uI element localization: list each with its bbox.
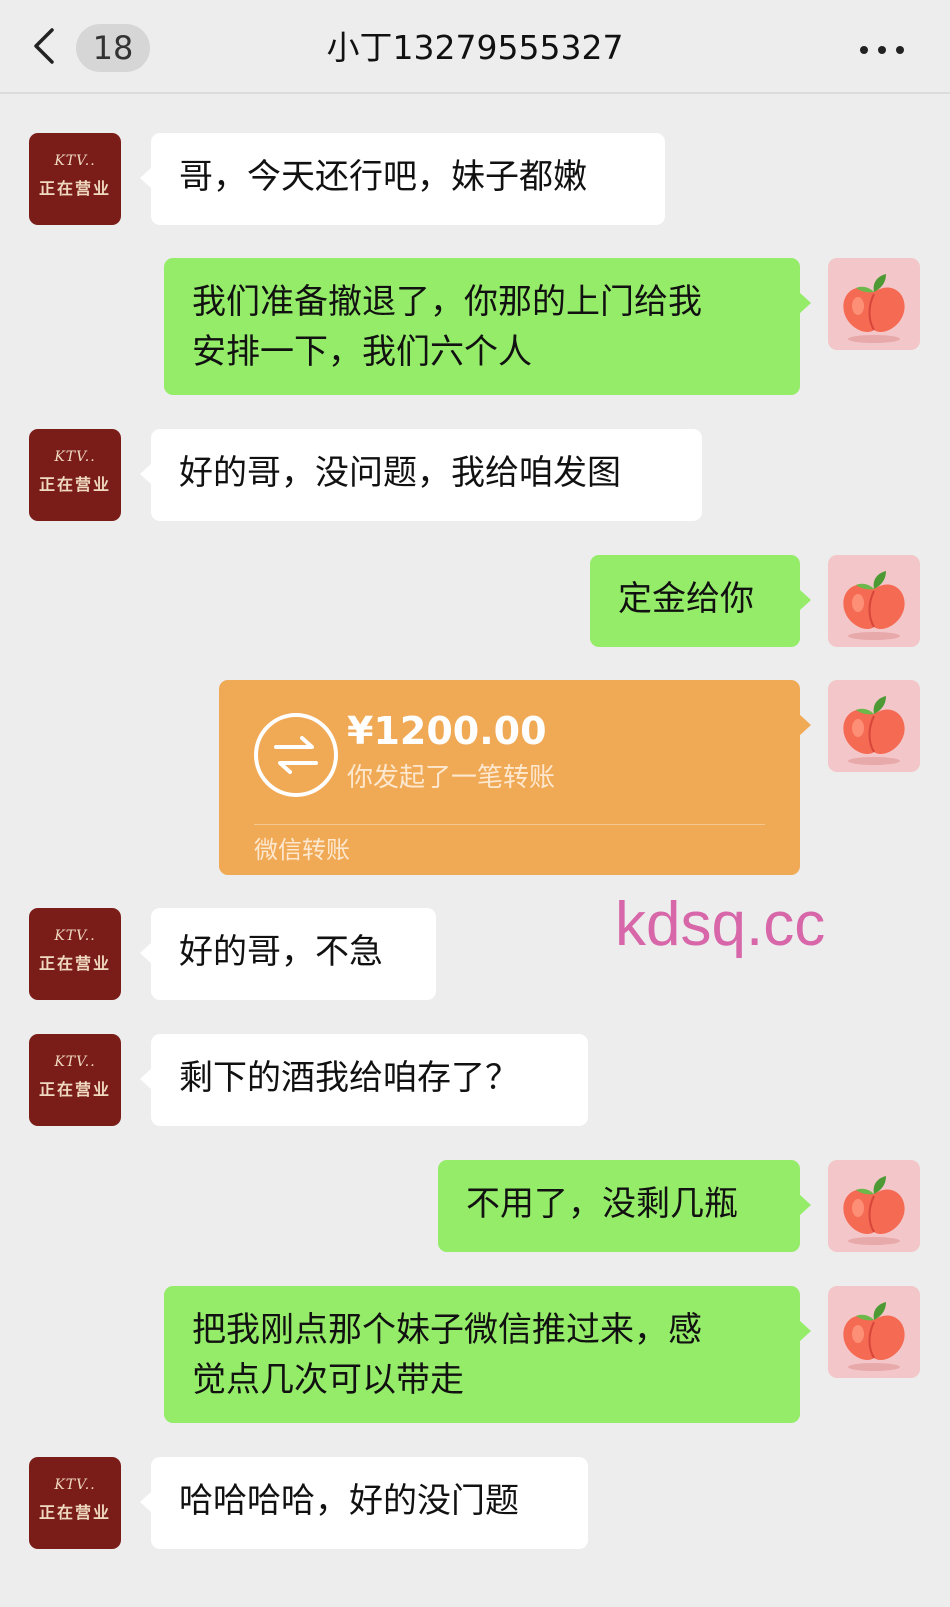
avatar-text-open: 正在营业 — [38, 954, 111, 973]
chat-header: 18 小丁13279555327 — [0, 0, 950, 94]
more-dots-icon[interactable] — [860, 46, 906, 56]
message-bubble-incoming[interactable]: 哈哈哈哈，好的没门题 — [140, 1457, 588, 1549]
transfer-description: 你发起了一笔转账 — [347, 763, 556, 793]
peach-icon — [843, 696, 905, 765]
message-bubble-incoming[interactable]: 好的哥，没问题，我给咱发图 — [140, 429, 702, 521]
peach-icon — [843, 1302, 905, 1371]
message-bubble-incoming[interactable]: 好的哥，不急 — [140, 908, 436, 1000]
message-bubble-outgoing[interactable]: 不用了，没剩几瓶 — [438, 1160, 811, 1252]
avatar-text-ktv: KTV.. — [54, 449, 96, 465]
peach-icon — [843, 1176, 905, 1245]
message-bubble-outgoing[interactable]: 定金给你 — [590, 555, 811, 647]
peach-icon — [843, 571, 905, 640]
unread-count-badge[interactable]: 18 — [76, 24, 150, 72]
self-avatar[interactable] — [828, 1160, 920, 1252]
avatar-text-ktv: KTV.. — [54, 928, 96, 944]
chevron-left-icon[interactable] — [30, 26, 60, 66]
avatar-text-open: 正在营业 — [38, 179, 111, 198]
avatar-text-open: 正在营业 — [38, 1503, 111, 1522]
contact-avatar[interactable]: KTV.. 正在营业 — [29, 908, 121, 1000]
transfer-card[interactable]: ¥1200.00 你发起了一笔转账 微信转账 — [219, 680, 811, 875]
avatar-text-ktv: KTV.. — [54, 153, 96, 169]
chat-title: 小丁13279555327 — [326, 28, 624, 67]
message-bubble-incoming[interactable]: 哥，今天还行吧，妹子都嫩 — [140, 133, 665, 225]
transfer-arrows-icon — [254, 713, 338, 797]
contact-avatar[interactable]: KTV.. 正在营业 — [29, 1034, 121, 1126]
avatar-text-ktv: KTV.. — [54, 1477, 96, 1493]
contact-avatar[interactable]: KTV.. 正在营业 — [29, 1457, 121, 1549]
self-avatar[interactable] — [828, 680, 920, 772]
self-avatar[interactable] — [828, 1286, 920, 1378]
message-bubble-outgoing[interactable]: 我们准备撤退了，你那的上门给我 安排一下，我们六个人 — [164, 258, 811, 395]
transfer-amount: ¥1200.00 — [347, 709, 547, 753]
self-avatar[interactable] — [828, 555, 920, 647]
contact-avatar[interactable]: KTV.. 正在营业 — [29, 133, 121, 225]
message-bubble-incoming[interactable]: 剩下的酒我给咱存了？ — [140, 1034, 588, 1126]
contact-avatar[interactable]: KTV.. 正在营业 — [29, 429, 121, 521]
transfer-footer-label: 微信转账 — [254, 836, 350, 864]
avatar-text-open: 正在营业 — [38, 475, 111, 494]
avatar-text-ktv: KTV.. — [54, 1054, 96, 1070]
message-bubble-outgoing[interactable]: 把我刚点那个妹子微信推过来，感 觉点几次可以带走 — [164, 1286, 811, 1423]
peach-icon — [843, 274, 905, 343]
watermark-text: kdsq.cc — [615, 890, 826, 959]
avatar-text-open: 正在营业 — [38, 1080, 111, 1099]
transfer-divider — [254, 824, 765, 825]
self-avatar[interactable] — [828, 258, 920, 350]
